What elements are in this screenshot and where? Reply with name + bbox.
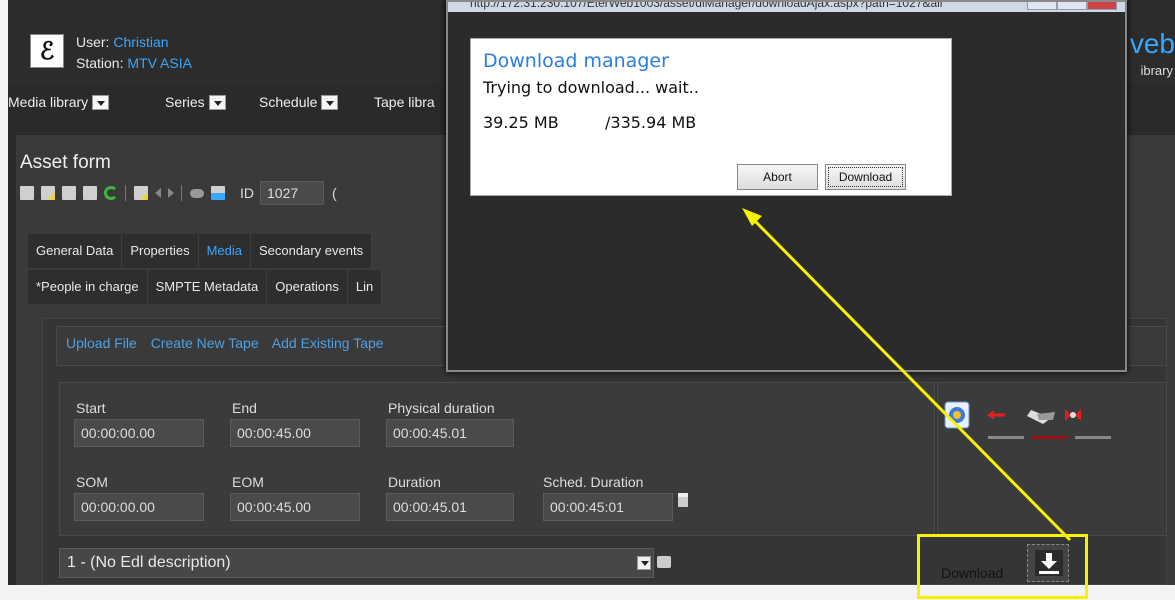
app-logo: ℰ (30, 34, 64, 68)
print-icon[interactable] (657, 556, 671, 568)
transfer-icon[interactable] (1027, 410, 1055, 424)
eom-field[interactable]: 00:00:45.00 (230, 493, 360, 521)
new-document-icon[interactable] (20, 186, 34, 200)
nav-label: Media library (8, 94, 89, 110)
previous-icon[interactable] (155, 188, 161, 198)
user-info: User: Christian (76, 34, 169, 50)
chevron-down-icon[interactable] (92, 94, 110, 110)
id-field[interactable]: 1027 (260, 181, 324, 205)
tabs-row-2: *People in charge SMPTE Metadata Operati… (28, 270, 383, 304)
upload-file-link[interactable]: Upload File (66, 335, 137, 351)
total-size: /335.94 MB (605, 113, 697, 132)
refresh-icon[interactable] (104, 186, 118, 200)
tab-links[interactable]: Lin (347, 270, 383, 304)
nav-tape-library[interactable]: Tape libra (374, 94, 435, 110)
som-label: SOM (76, 474, 108, 490)
maximize-button[interactable] (1057, 2, 1087, 10)
tab-people-in-charge[interactable]: *People in charge (28, 270, 148, 304)
new-record-icon[interactable] (134, 186, 148, 200)
arrow-left-icon[interactable] (987, 410, 1005, 420)
physical-duration-label: Physical duration (388, 400, 495, 416)
downloaded-size: 39.25 MB (483, 113, 559, 132)
end-field[interactable]: 00:00:45.00 (230, 419, 360, 447)
nav-label: Tape libra (374, 94, 435, 110)
chevron-down-icon[interactable] (208, 94, 226, 110)
tab-properties[interactable]: Properties (122, 234, 199, 268)
user-label: User: (76, 34, 110, 50)
physical-duration-field[interactable]: 00:00:45.01 (386, 419, 514, 447)
sched-duration-field[interactable]: 00:00:45:01 (543, 493, 673, 521)
nav-label: Schedule (259, 94, 318, 110)
chevron-down-icon[interactable] (321, 94, 339, 110)
brand-subtitle: ibrary (1140, 63, 1173, 78)
station-info: Station: MTV ASIA (76, 55, 192, 71)
secondary-label: ( (332, 185, 337, 201)
download-popup-window: http://172.31.230.107/EterWeb1003/asset/… (446, 0, 1127, 372)
sched-duration-label: Sched. Duration (543, 474, 644, 490)
duplicate-icon[interactable] (211, 186, 225, 200)
add-existing-tape-link[interactable]: Add Existing Tape (272, 335, 384, 351)
tab-media[interactable]: Media (198, 234, 251, 268)
dialog-title: Download manager (483, 50, 669, 72)
brand-title: veb (1129, 28, 1175, 59)
eom-label: EOM (232, 474, 264, 490)
media-links: Upload File Create New Tape Add Existing… (66, 335, 394, 351)
download-manager-dialog: Download manager Trying to download... w… (470, 38, 952, 196)
minimize-button[interactable] (1027, 2, 1057, 10)
search-icon[interactable] (190, 188, 204, 198)
toolbar-separator (181, 185, 182, 201)
next-icon[interactable] (168, 188, 174, 198)
player-icon[interactable] (944, 401, 970, 429)
tab-secondary-events[interactable]: Secondary events (251, 234, 373, 268)
tabs-row-1: General Data Properties Media Secondary … (28, 234, 373, 268)
new-item-icon[interactable] (41, 186, 55, 200)
som-field[interactable]: 00:00:00.00 (74, 493, 204, 521)
nav-media-library[interactable]: Media library (8, 94, 110, 111)
user-name[interactable]: Christian (113, 34, 168, 50)
download-status: Trying to download... wait.. (483, 78, 699, 97)
abort-button[interactable]: Abort (737, 164, 818, 190)
save-icon[interactable] (83, 186, 97, 200)
create-new-tape-link[interactable]: Create New Tape (151, 335, 259, 351)
close-button[interactable] (1087, 2, 1117, 10)
asset-toolbar: ID 1027 ( (20, 181, 337, 205)
dialog-download-button[interactable]: Download (825, 164, 906, 190)
nav-label: Series (165, 94, 205, 110)
tool-underline (988, 436, 1024, 439)
window-controls (1027, 2, 1117, 10)
calculator-icon[interactable] (678, 493, 688, 507)
tab-smpte-metadata[interactable]: SMPTE Metadata (147, 270, 268, 304)
station-label: Station: (76, 55, 124, 71)
audio-icon[interactable] (1065, 409, 1081, 421)
tool-underline (1075, 436, 1111, 439)
end-label: End (232, 400, 257, 416)
tool-underline (1031, 436, 1067, 439)
nav-series[interactable]: Series (165, 94, 226, 111)
popup-titlebar: http://172.31.230.107/EterWeb1003/asset/… (448, 2, 1125, 12)
start-label: Start (76, 400, 106, 416)
toolbar-separator (125, 185, 126, 201)
start-field[interactable]: 00:00:00.00 (74, 419, 204, 447)
id-label: ID (240, 185, 254, 201)
duration-label: Duration (388, 474, 441, 490)
copy-icon[interactable] (62, 186, 76, 200)
chevron-down-icon[interactable] (637, 556, 651, 570)
nav-schedule[interactable]: Schedule (259, 94, 339, 111)
duration-field[interactable]: 00:00:45.01 (386, 493, 514, 521)
popup-url: http://172.31.230.107/EterWeb1003/asset/… (470, 2, 943, 10)
station-name[interactable]: MTV ASIA (127, 55, 192, 71)
edl-select[interactable]: 1 - (No Edl description) (59, 548, 654, 578)
highlight-box (917, 534, 1088, 599)
media-tools-icons (944, 401, 1081, 429)
tab-operations[interactable]: Operations (267, 270, 348, 304)
tab-general-data[interactable]: General Data (28, 234, 123, 268)
page-title: Asset form (20, 152, 111, 173)
